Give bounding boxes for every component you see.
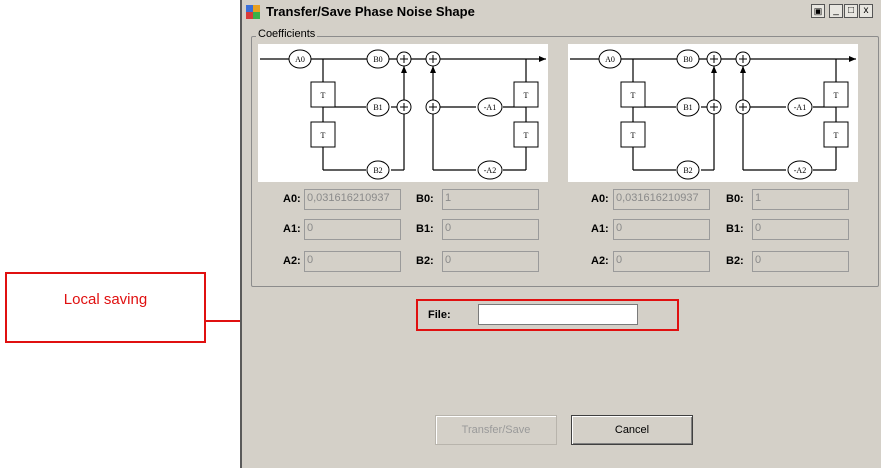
svg-text:B1: B1 (683, 103, 692, 112)
left-a1-field[interactable]: 0 (304, 219, 401, 240)
left-a0-label: A0: (283, 193, 301, 205)
svg-text:B1: B1 (373, 103, 382, 112)
svg-text:-A1: -A1 (794, 103, 806, 112)
maximize-button[interactable]: □ (844, 4, 858, 18)
right-a0-field[interactable]: 0,031616210937 (613, 189, 710, 210)
print-icon[interactable]: ▣ (811, 4, 825, 18)
callout-text: Local saving (63, 291, 148, 308)
left-b1-label: B1: (416, 223, 434, 235)
svg-text:T: T (631, 91, 636, 100)
filter-diagram-left: A0 B0 B1 B2 -A1 -A2 T T T T (258, 44, 548, 182)
right-b0-label: B0: (726, 193, 744, 205)
left-b2-label: B2: (416, 255, 434, 267)
right-b2-field[interactable]: 0 (752, 251, 849, 272)
svg-text:-A1: -A1 (484, 103, 496, 112)
right-a1-label: A1: (591, 223, 609, 235)
coefficients-group-label: Coefficients (256, 28, 318, 40)
transfer-save-button[interactable]: Transfer/Save (435, 415, 557, 445)
right-a2-label: A2: (591, 255, 609, 267)
left-a2-label: A2: (283, 255, 301, 267)
svg-text:B0: B0 (373, 55, 382, 64)
svg-text:T: T (321, 91, 326, 100)
filter-diagram-right: A0 B0 B1 B2 -A1 -A2 T T T T (568, 44, 858, 182)
svg-text:B2: B2 (683, 166, 692, 175)
svg-text:T: T (834, 91, 839, 100)
left-b2-field[interactable]: 0 (442, 251, 539, 272)
right-b1-label: B1: (726, 223, 744, 235)
callout-box: Local saving (5, 272, 206, 343)
svg-text:T: T (834, 131, 839, 140)
right-a0-label: A0: (591, 193, 609, 205)
cancel-button[interactable]: Cancel (571, 415, 693, 445)
svg-text:T: T (524, 131, 529, 140)
window-title: Transfer/Save Phase Noise Shape (266, 4, 475, 19)
right-a1-field[interactable]: 0 (613, 219, 710, 240)
svg-text:T: T (631, 131, 636, 140)
right-b0-field[interactable]: 1 (752, 189, 849, 210)
svg-text:T: T (321, 131, 326, 140)
right-a2-field[interactable]: 0 (613, 251, 710, 272)
svg-text:A0: A0 (295, 55, 305, 64)
right-b1-field[interactable]: 0 (752, 219, 849, 240)
title-bar: Transfer/Save Phase Noise Shape ▣ _ □ x (242, 0, 881, 24)
svg-text:B0: B0 (683, 55, 692, 64)
left-b0-field[interactable]: 1 (442, 189, 539, 210)
left-b0-label: B0: (416, 193, 434, 205)
app-icon (246, 5, 260, 19)
minimize-button[interactable]: _ (829, 4, 843, 18)
left-a1-label: A1: (283, 223, 301, 235)
left-a2-field[interactable]: 0 (304, 251, 401, 272)
svg-text:-A2: -A2 (484, 166, 496, 175)
dialog-window: Transfer/Save Phase Noise Shape ▣ _ □ x … (240, 0, 881, 468)
close-button[interactable]: x (859, 4, 873, 18)
svg-text:-A2: -A2 (794, 166, 806, 175)
svg-text:A0: A0 (605, 55, 615, 64)
file-highlight-box (416, 299, 679, 331)
svg-text:T: T (524, 91, 529, 100)
left-b1-field[interactable]: 0 (442, 219, 539, 240)
right-b2-label: B2: (726, 255, 744, 267)
svg-text:B2: B2 (373, 166, 382, 175)
left-a0-field[interactable]: 0,031616210937 (304, 189, 401, 210)
